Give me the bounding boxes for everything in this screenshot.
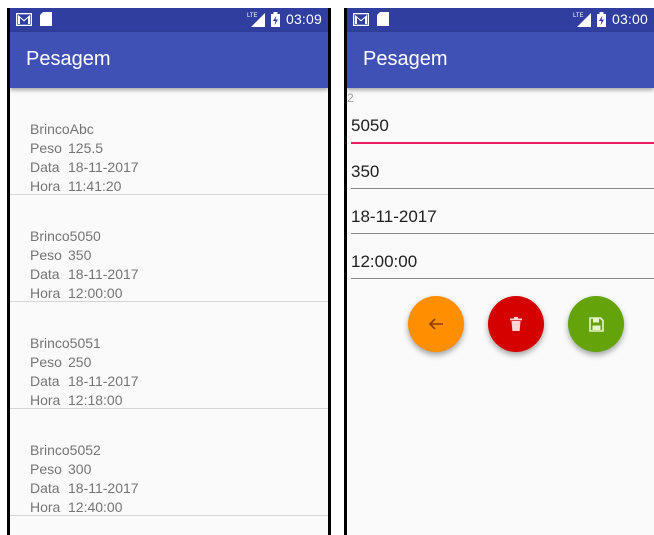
peso-label: Peso: [30, 461, 62, 477]
list-item[interactable]: Brinco5051 Peso 250 Data 18-11-2017 Hora 12…: [10, 302, 328, 409]
brinco-text: Brinco5051: [30, 335, 101, 351]
save-button[interactable]: [568, 296, 624, 352]
hora-value: 11:41:20: [68, 178, 122, 194]
data-value: 18-11-2017: [68, 373, 139, 389]
data-field[interactable]: 18-11-2017: [351, 205, 654, 234]
hora-row: Hora 12:40:00: [30, 498, 328, 517]
hora-label: Hora: [30, 178, 61, 194]
data-value: 18-11-2017: [68, 480, 139, 496]
peso-value: 125.5: [68, 140, 104, 156]
peso-field[interactable]: 350: [351, 160, 654, 189]
data-row: Data 18-11-2017: [30, 265, 328, 284]
peso-value: 300: [68, 461, 92, 477]
brinco-text: Brinco5052: [30, 442, 101, 458]
record-id: 2: [347, 91, 354, 105]
peso-value: 250: [68, 354, 92, 370]
sd-card-icon: [40, 12, 52, 26]
peso-label: Peso: [30, 247, 62, 263]
status-bar: LTE 03:09: [10, 8, 328, 32]
signal-lte-icon: LTE: [247, 13, 265, 27]
trash-icon: [510, 317, 522, 331]
hora-label: Hora: [30, 499, 61, 515]
svg-text:LTE: LTE: [247, 13, 258, 19]
sd-card-icon: [377, 12, 389, 26]
hora-label: Hora: [30, 392, 61, 408]
battery-charging-icon: [270, 11, 280, 27]
data-label: Data: [30, 159, 60, 175]
data-value: 18-11-2017: [68, 266, 139, 282]
app-bar: Pesagem: [10, 32, 328, 88]
save-icon: [588, 316, 604, 332]
peso-label: Peso: [30, 354, 62, 370]
status-bar: LTE 03:00: [347, 8, 654, 32]
brinco-text: Brinco5050: [30, 228, 101, 244]
peso-value: 350: [68, 247, 92, 263]
hora-value: 12:40:00: [68, 499, 123, 515]
app-bar: Pesagem: [347, 32, 654, 88]
brinco-field[interactable]: 5050: [351, 114, 654, 144]
data-row: Data 18-11-2017: [30, 158, 328, 177]
arrow-back-icon: [428, 318, 443, 330]
hora-label: Hora: [30, 285, 61, 301]
hora-value: 12:18:00: [68, 392, 123, 408]
hora-field[interactable]: 12:00:00: [351, 250, 654, 279]
hora-value: 12:00:00: [68, 285, 123, 301]
back-button[interactable]: [408, 296, 464, 352]
data-label: Data: [30, 480, 60, 496]
list-item[interactable]: BrincoAbc Peso 125.5 Data 18-11-2017 Hora 1…: [10, 88, 328, 195]
peso-row: Peso 350: [30, 246, 328, 265]
status-time: 03:09: [285, 11, 322, 27]
peso-row: Peso 250: [30, 353, 328, 372]
delete-button[interactable]: [488, 296, 544, 352]
hora-row: Hora 12:18:00: [30, 391, 328, 410]
peso-row: Peso 125.5: [30, 139, 328, 158]
list-item[interactable]: Brinco5052 Peso 300 Data 18-11-2017 Hora 12…: [10, 409, 328, 516]
list-item[interactable]: Brinco5050 Peso 350 Data 18-11-2017 Hora 12…: [10, 195, 328, 302]
weighing-list[interactable]: BrincoAbc Peso 125.5 Data 18-11-2017 Hora 1…: [10, 88, 328, 516]
data-row: Data 18-11-2017: [30, 372, 328, 391]
signal-lte-icon: LTE: [573, 13, 591, 27]
phone-screen-edit: LTE 03:00 Pesagem 2 5050 350 18-11-2017 …: [344, 8, 654, 535]
gmail-icon: [16, 12, 32, 26]
phone-screen-list: LTE 03:09 Pesagem BrincoAbc Peso 125.5 Da…: [7, 8, 331, 535]
brinco-text: BrincoAbc: [30, 121, 94, 137]
peso-label: Peso: [30, 140, 62, 156]
app-title: Pesagem: [26, 48, 111, 70]
data-value: 18-11-2017: [68, 159, 139, 175]
hora-row: Hora 11:41:20: [30, 177, 328, 196]
svg-text:LTE: LTE: [573, 13, 584, 19]
battery-charging-icon: [596, 11, 606, 27]
gmail-icon: [353, 12, 369, 26]
status-time: 03:00: [611, 11, 648, 27]
peso-row: Peso 300: [30, 460, 328, 479]
data-label: Data: [30, 266, 60, 282]
hora-row: Hora 12:00:00: [30, 284, 328, 303]
data-label: Data: [30, 373, 60, 389]
data-row: Data 18-11-2017: [30, 479, 328, 498]
app-title: Pesagem: [363, 48, 448, 70]
